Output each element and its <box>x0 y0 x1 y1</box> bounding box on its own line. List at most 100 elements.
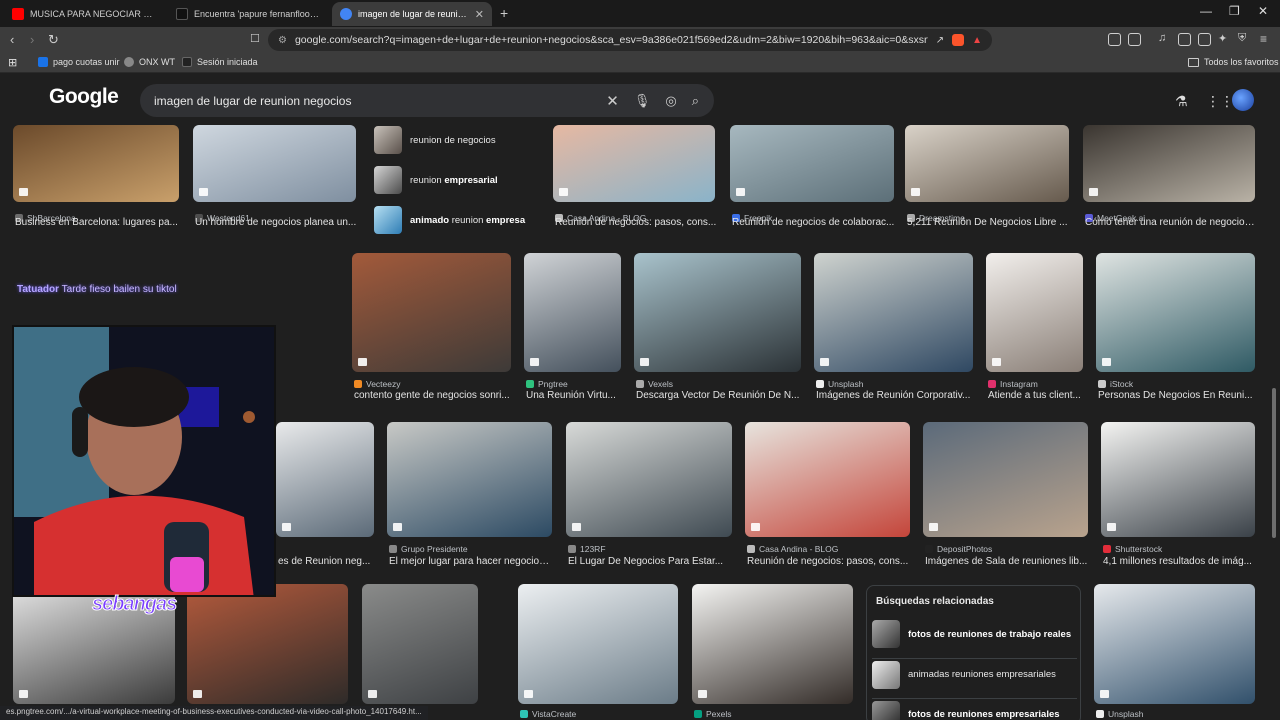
screenshot-icon[interactable] <box>1128 33 1141 46</box>
clear-icon[interactable]: ✕ <box>606 92 619 110</box>
image-result[interactable] <box>187 584 348 720</box>
image-result[interactable]: 123RF El Lugar De Negocios Para Estar... <box>566 422 732 577</box>
image-result[interactable]: Unsplash <box>1094 584 1255 720</box>
result-source[interactable]: Pngtree <box>526 379 568 389</box>
image-result[interactable]: Grupo Presidente El mejor lugar para hace… <box>387 422 554 577</box>
result-thumbnail[interactable] <box>923 422 1088 537</box>
result-source[interactable]: Unsplash <box>816 379 863 389</box>
result-thumbnail[interactable] <box>634 253 801 372</box>
image-result[interactable]: Vecteezy contento gente de negocios sonri… <box>352 253 511 412</box>
image-result[interactable]: Instagram Atiende a tus client... <box>986 253 1083 412</box>
result-caption[interactable]: Reunión de negocios de colaborac... <box>732 217 896 228</box>
result-caption[interactable]: El Lugar De Negocios Para Estar... <box>568 556 734 567</box>
image-result[interactable]: iStock Personas De Negocios En Reuni... <box>1096 253 1255 412</box>
brave-shield-icon[interactable] <box>952 34 965 46</box>
music-icon[interactable]: ♫ <box>1158 32 1166 44</box>
related-item[interactable]: reunion de negocios <box>374 125 538 155</box>
image-result[interactable]: es de Reunion neg... <box>276 422 374 577</box>
result-thumbnail[interactable] <box>1101 422 1255 537</box>
result-thumbnail[interactable] <box>1094 584 1255 704</box>
result-caption[interactable]: contento gente de negocios sonri... <box>354 390 513 401</box>
result-source[interactable]: 123RF <box>568 544 606 554</box>
result-thumbnail[interactable] <box>1083 125 1255 202</box>
bookmark-icon[interactable]: ☐ <box>250 32 260 45</box>
tab-google-images[interactable]: imagen de lugar de reunion neg... ✕ <box>332 2 492 26</box>
result-source[interactable]: Vecteezy <box>354 379 401 389</box>
result-caption[interactable]: es de Reunion neg... <box>278 556 376 567</box>
reload-icon[interactable]: ↻ <box>48 32 59 48</box>
avatar[interactable] <box>1232 89 1254 111</box>
result-thumbnail[interactable] <box>730 125 894 202</box>
image-result[interactable]: Casa Andina - BLOG Reunión de negocios: p… <box>745 422 910 577</box>
result-source[interactable]: Pexels <box>694 709 732 719</box>
result-thumbnail[interactable] <box>518 584 678 704</box>
share-icon[interactable]: ↗ <box>936 35 944 46</box>
vpn-icon[interactable]: ⛨ <box>1238 32 1246 45</box>
result-caption[interactable]: Reunión de negocios: pasos, cons... <box>747 556 912 567</box>
result-thumbnail[interactable] <box>276 422 374 537</box>
result-source[interactable]: Vexels <box>636 379 673 389</box>
bookmark-pago-cuotas[interactable]: pago cuotas unir <box>38 57 120 67</box>
brave-rewards-icon[interactable]: ▲ <box>972 35 982 46</box>
image-result[interactable]: MeetGeek.ai Cómo tener una reunión de neg… <box>1083 125 1257 242</box>
result-caption[interactable]: 4,1 millones resultados de imág... <box>1103 556 1257 567</box>
result-caption[interactable]: Personas De Negocios En Reuni... <box>1098 390 1257 401</box>
search-icon[interactable]: ⌕ <box>692 93 699 109</box>
result-thumbnail[interactable] <box>352 253 511 372</box>
result-thumbnail[interactable] <box>905 125 1069 202</box>
result-caption[interactable]: Business en Barcelona: lugares pa... <box>15 217 181 228</box>
image-result[interactable]: Dreamstime 5,211 Reunión De Negocios Libr… <box>905 125 1069 242</box>
apps-icon[interactable]: ⊞ <box>8 56 17 69</box>
result-caption[interactable]: Un hombre de negocios planea un... <box>195 217 358 228</box>
result-caption[interactable]: 5,211 Reunión De Negocios Libre ... <box>907 217 1071 228</box>
leo-ai-icon[interactable]: ✦ <box>1218 32 1227 45</box>
result-caption[interactable]: Imágenes de Sala de reuniones lib... <box>925 556 1090 567</box>
result-caption[interactable]: El mejor lugar para hacer negocios.... <box>389 556 554 567</box>
related-item[interactable]: fotos de reuniones empresariales <box>872 698 1077 720</box>
result-source[interactable]: VistaCreate <box>520 709 576 719</box>
extensions-icon[interactable] <box>1108 33 1121 46</box>
plus-icon[interactable]: + <box>500 5 508 21</box>
image-result[interactable]: Shutterstock 4,1 millones resultados de i… <box>1101 422 1255 577</box>
bookmark-sesion[interactable]: Sesión iniciada <box>182 57 258 67</box>
result-caption[interactable]: Descarga Vector De Reunión De N... <box>636 390 803 401</box>
result-caption[interactable]: Imágenes de Reunión Corporativ... <box>816 390 975 401</box>
result-caption[interactable]: Reunión de negocios: pasos, cons... <box>555 217 717 228</box>
address-bar[interactable]: ⚙ google.com/search?q=imagen+de+lugar+de… <box>268 29 992 51</box>
result-source[interactable]: Unsplash <box>1096 709 1143 719</box>
tab-youtube[interactable]: MUSICA PARA NEGOCIAR #1 | Jazz | ... <box>4 2 164 26</box>
result-thumbnail[interactable] <box>1096 253 1255 372</box>
site-info-icon[interactable]: ⚙ <box>278 35 287 46</box>
result-source[interactable]: DepositPhotos <box>925 544 992 554</box>
bookmark-onx[interactable]: ONX WT <box>124 57 175 67</box>
sidebar-icon[interactable] <box>1178 33 1191 46</box>
related-item[interactable]: fotos de reuniones de trabajo reales <box>872 618 1077 648</box>
result-thumbnail[interactable] <box>193 125 356 202</box>
image-result[interactable]: Pexels <box>692 584 853 720</box>
result-thumbnail[interactable] <box>524 253 621 372</box>
close-window-icon[interactable]: ✕ <box>1258 4 1268 18</box>
result-caption[interactable]: Una Reunión Virtu... <box>526 390 623 401</box>
result-thumbnail[interactable] <box>692 584 853 704</box>
tab-tiktok[interactable]: Encuentra 'papure fernanfloo' en Tik... <box>168 2 328 26</box>
search-box[interactable]: imagen de lugar de reunion negocios ✕ 🎙 … <box>140 84 714 117</box>
image-result[interactable]: Vexels Descarga Vector De Reunión De N... <box>634 253 801 412</box>
result-thumbnail[interactable] <box>553 125 715 202</box>
url-text[interactable]: google.com/search?q=imagen+de+lugar+de+r… <box>295 34 928 46</box>
result-source[interactable]: Instagram <box>988 379 1038 389</box>
image-result[interactable]: VistaCreate <box>518 584 678 720</box>
image-result[interactable]: Unsplash Imágenes de Reunión Corporativ..… <box>814 253 973 412</box>
google-apps-icon[interactable]: ⋮⋮ <box>1206 93 1234 110</box>
wallet-icon[interactable] <box>1198 33 1211 46</box>
result-caption[interactable]: Cómo tener una reunión de negocios... <box>1085 217 1257 228</box>
image-result[interactable]: DepositPhotos Imágenes de Sala de reunion… <box>923 422 1088 577</box>
lens-icon[interactable]: ◎ <box>665 93 676 109</box>
forward-icon[interactable]: › <box>30 32 34 47</box>
image-result[interactable]: Pngtree Una Reunión Virtu... <box>524 253 621 412</box>
result-thumbnail[interactable] <box>566 422 732 537</box>
result-thumbnail[interactable] <box>13 125 179 202</box>
back-icon[interactable]: ‹ <box>10 32 14 47</box>
result-thumbnail[interactable] <box>745 422 910 537</box>
menu-icon[interactable]: ≡ <box>1260 32 1267 46</box>
result-thumbnail[interactable] <box>986 253 1083 372</box>
